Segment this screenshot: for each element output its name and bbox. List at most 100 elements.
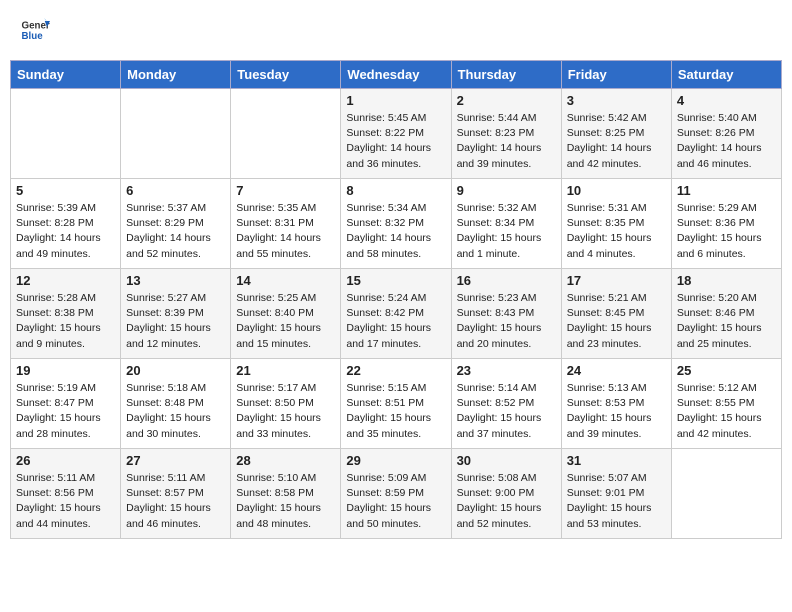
calendar-cell: 10Sunrise: 5:31 AM Sunset: 8:35 PM Dayli… <box>561 179 671 269</box>
calendar-header: SundayMondayTuesdayWednesdayThursdayFrid… <box>11 61 782 89</box>
day-info: Sunrise: 5:29 AM Sunset: 8:36 PM Dayligh… <box>677 201 776 262</box>
day-number: 6 <box>126 183 225 198</box>
calendar-cell: 16 Sunrise: 5:23 AM Sunset: 8:43 PM Dayli… <box>451 269 561 359</box>
calendar-cell: 24 Sunrise: 5:13 AM Sunset: 8:53 PM Dayli… <box>561 359 671 449</box>
day-info: Sunrise: 5:42 AM Sunset: 8:25 PM Dayligh… <box>567 111 666 172</box>
day-number: 31 <box>567 453 666 468</box>
day-info: Sunrise: 5:12 AM Sunset: 8:55 PM Dayligh… <box>677 381 776 442</box>
day-number: 29 <box>346 453 445 468</box>
day-info: Sunrise: 5:11 AM Sunset: 8:57 PM Dayligh… <box>126 471 225 532</box>
day-number: 5 <box>16 183 115 198</box>
day-number: 14 <box>236 273 335 288</box>
calendar-cell: 13 Sunrise: 5:27 AM Sunset: 8:39 PM Dayli… <box>121 269 231 359</box>
calendar-week: 5 Sunrise: 5:39 AM Sunset: 8:28 PM Daylig… <box>11 179 782 269</box>
calendar-table: SundayMondayTuesdayWednesdayThursdayFrid… <box>10 60 782 539</box>
day-number: 19 <box>16 363 115 378</box>
weekday-header: Saturday <box>671 61 781 89</box>
day-number: 9 <box>457 183 556 198</box>
calendar-cell: 14 Sunrise: 5:25 AM Sunset: 8:40 PM Dayli… <box>231 269 341 359</box>
calendar-week: 26Sunrise: 5:11 AM Sunset: 8:56 PM Dayli… <box>11 449 782 539</box>
calendar-cell: 3 Sunrise: 5:42 AM Sunset: 8:25 PM Daylig… <box>561 89 671 179</box>
day-number: 27 <box>126 453 225 468</box>
calendar-cell: 8 Sunrise: 5:34 AM Sunset: 8:32 PM Daylig… <box>341 179 451 269</box>
calendar-body: 1 Sunrise: 5:45 AM Sunset: 8:22 PM Daylig… <box>11 89 782 539</box>
day-number: 12 <box>16 273 115 288</box>
calendar-cell <box>11 89 121 179</box>
day-info: Sunrise: 5:18 AM Sunset: 8:48 PM Dayligh… <box>126 381 225 442</box>
calendar-cell <box>671 449 781 539</box>
day-number: 24 <box>567 363 666 378</box>
weekday-header: Wednesday <box>341 61 451 89</box>
calendar-cell: 12 Sunrise: 5:28 AM Sunset: 8:38 PM Dayli… <box>11 269 121 359</box>
weekday-header: Thursday <box>451 61 561 89</box>
day-number: 13 <box>126 273 225 288</box>
logo-icon: General Blue <box>20 15 50 45</box>
calendar-cell: 28Sunrise: 5:10 AM Sunset: 8:58 PM Dayli… <box>231 449 341 539</box>
weekday-header: Friday <box>561 61 671 89</box>
day-info: Sunrise: 5:23 AM Sunset: 8:43 PM Dayligh… <box>457 291 556 352</box>
calendar-cell: 11 Sunrise: 5:29 AM Sunset: 8:36 PM Dayli… <box>671 179 781 269</box>
day-info: Sunrise: 5:11 AM Sunset: 8:56 PM Dayligh… <box>16 471 115 532</box>
calendar-week: 19Sunrise: 5:19 AM Sunset: 8:47 PM Dayli… <box>11 359 782 449</box>
day-info: Sunrise: 5:45 AM Sunset: 8:22 PM Dayligh… <box>346 111 445 172</box>
logo: General Blue <box>20 15 54 45</box>
day-info: Sunrise: 5:07 AM Sunset: 9:01 PM Dayligh… <box>567 471 666 532</box>
day-number: 28 <box>236 453 335 468</box>
calendar-cell: 18 Sunrise: 5:20 AM Sunset: 8:46 PM Dayli… <box>671 269 781 359</box>
calendar-week: 12 Sunrise: 5:28 AM Sunset: 8:38 PM Dayli… <box>11 269 782 359</box>
day-number: 2 <box>457 93 556 108</box>
day-info: Sunrise: 5:44 AM Sunset: 8:23 PM Dayligh… <box>457 111 556 172</box>
day-number: 4 <box>677 93 776 108</box>
day-number: 16 <box>457 273 556 288</box>
calendar-cell: 30 Sunrise: 5:08 AM Sunset: 9:00 PM Dayli… <box>451 449 561 539</box>
calendar-cell: 15Sunrise: 5:24 AM Sunset: 8:42 PM Dayli… <box>341 269 451 359</box>
calendar-cell: 1 Sunrise: 5:45 AM Sunset: 8:22 PM Daylig… <box>341 89 451 179</box>
weekday-header: Sunday <box>11 61 121 89</box>
day-number: 8 <box>346 183 445 198</box>
day-number: 20 <box>126 363 225 378</box>
day-info: Sunrise: 5:31 AM Sunset: 8:35 PM Dayligh… <box>567 201 666 262</box>
day-info: Sunrise: 5:35 AM Sunset: 8:31 PM Dayligh… <box>236 201 335 262</box>
header-row: SundayMondayTuesdayWednesdayThursdayFrid… <box>11 61 782 89</box>
calendar-cell: 26Sunrise: 5:11 AM Sunset: 8:56 PM Dayli… <box>11 449 121 539</box>
day-info: Sunrise: 5:40 AM Sunset: 8:26 PM Dayligh… <box>677 111 776 172</box>
day-info: Sunrise: 5:28 AM Sunset: 8:38 PM Dayligh… <box>16 291 115 352</box>
calendar-cell <box>231 89 341 179</box>
calendar-cell <box>121 89 231 179</box>
weekday-header: Tuesday <box>231 61 341 89</box>
day-number: 25 <box>677 363 776 378</box>
day-number: 30 <box>457 453 556 468</box>
calendar-cell: 21Sunrise: 5:17 AM Sunset: 8:50 PM Dayli… <box>231 359 341 449</box>
day-info: Sunrise: 5:37 AM Sunset: 8:29 PM Dayligh… <box>126 201 225 262</box>
day-info: Sunrise: 5:32 AM Sunset: 8:34 PM Dayligh… <box>457 201 556 262</box>
svg-text:Blue: Blue <box>22 31 44 42</box>
day-info: Sunrise: 5:34 AM Sunset: 8:32 PM Dayligh… <box>346 201 445 262</box>
day-info: Sunrise: 5:08 AM Sunset: 9:00 PM Dayligh… <box>457 471 556 532</box>
day-info: Sunrise: 5:14 AM Sunset: 8:52 PM Dayligh… <box>457 381 556 442</box>
day-number: 3 <box>567 93 666 108</box>
day-info: Sunrise: 5:15 AM Sunset: 8:51 PM Dayligh… <box>346 381 445 442</box>
day-info: Sunrise: 5:09 AM Sunset: 8:59 PM Dayligh… <box>346 471 445 532</box>
calendar-cell: 29 Sunrise: 5:09 AM Sunset: 8:59 PM Dayli… <box>341 449 451 539</box>
calendar-cell: 27 Sunrise: 5:11 AM Sunset: 8:57 PM Dayli… <box>121 449 231 539</box>
day-info: Sunrise: 5:17 AM Sunset: 8:50 PM Dayligh… <box>236 381 335 442</box>
day-number: 11 <box>677 183 776 198</box>
calendar-cell: 31 Sunrise: 5:07 AM Sunset: 9:01 PM Dayli… <box>561 449 671 539</box>
day-number: 23 <box>457 363 556 378</box>
calendar-cell: 7 Sunrise: 5:35 AM Sunset: 8:31 PM Daylig… <box>231 179 341 269</box>
calendar-cell: 19Sunrise: 5:19 AM Sunset: 8:47 PM Dayli… <box>11 359 121 449</box>
calendar-cell: 25 Sunrise: 5:12 AM Sunset: 8:55 PM Dayli… <box>671 359 781 449</box>
day-info: Sunrise: 5:39 AM Sunset: 8:28 PM Dayligh… <box>16 201 115 262</box>
calendar-cell: 17Sunrise: 5:21 AM Sunset: 8:45 PM Dayli… <box>561 269 671 359</box>
calendar-cell: 22Sunrise: 5:15 AM Sunset: 8:51 PM Dayli… <box>341 359 451 449</box>
day-number: 7 <box>236 183 335 198</box>
day-info: Sunrise: 5:25 AM Sunset: 8:40 PM Dayligh… <box>236 291 335 352</box>
calendar-cell: 20 Sunrise: 5:18 AM Sunset: 8:48 PM Dayli… <box>121 359 231 449</box>
day-info: Sunrise: 5:20 AM Sunset: 8:46 PM Dayligh… <box>677 291 776 352</box>
day-number: 1 <box>346 93 445 108</box>
calendar-week: 1 Sunrise: 5:45 AM Sunset: 8:22 PM Daylig… <box>11 89 782 179</box>
day-info: Sunrise: 5:27 AM Sunset: 8:39 PM Dayligh… <box>126 291 225 352</box>
day-info: Sunrise: 5:13 AM Sunset: 8:53 PM Dayligh… <box>567 381 666 442</box>
day-number: 18 <box>677 273 776 288</box>
calendar-cell: 23 Sunrise: 5:14 AM Sunset: 8:52 PM Dayli… <box>451 359 561 449</box>
